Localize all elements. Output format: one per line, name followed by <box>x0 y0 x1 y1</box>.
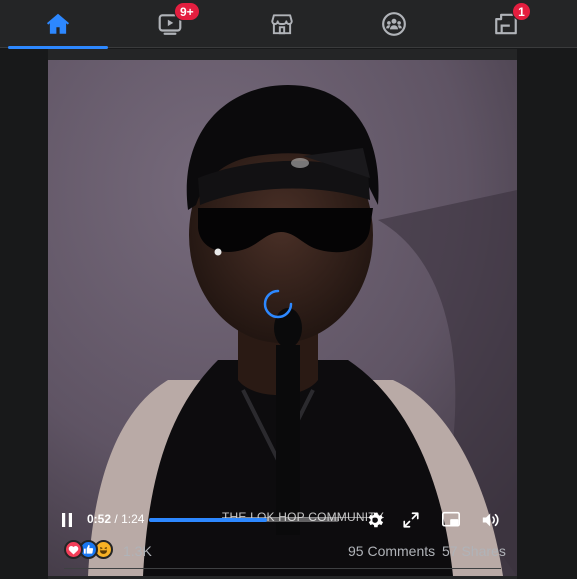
loading-spinner-icon <box>263 289 293 319</box>
footer-divider <box>64 568 501 569</box>
video-progress-bar[interactable] <box>149 518 339 522</box>
video-time-readout: 0:52 / 1:24 <box>87 512 144 526</box>
tab-groups[interactable] <box>344 0 444 48</box>
fullscreen-button[interactable] <box>400 509 422 531</box>
reactions-summary[interactable] <box>64 540 124 560</box>
tab-marketplace[interactable] <box>232 0 332 48</box>
duration: 1:24 <box>121 512 145 526</box>
settings-button[interactable] <box>364 509 386 531</box>
volume-button[interactable] <box>480 509 502 531</box>
post-engagement-bar: 1.3K 95 Comments 57 Shares <box>48 535 517 569</box>
video-player[interactable]: THE LOK HOP COMMUNITY 0:52 / 1:24 <box>48 60 517 576</box>
groups-icon <box>382 12 406 36</box>
video-post-card: THE LOK HOP COMMUNITY 0:52 / 1:24 1.3K 9… <box>48 49 517 579</box>
tab-watch[interactable]: 9+ <box>120 0 220 48</box>
store-icon <box>271 14 293 35</box>
speaker-icon <box>482 513 499 527</box>
tab-gaming[interactable]: 1 <box>456 0 556 48</box>
current-time: 0:52 <box>87 512 112 526</box>
video-progress-fill <box>149 518 267 522</box>
comments-count-link[interactable]: 95 Comments <box>348 543 435 559</box>
shares-count-link[interactable]: 57 Shares <box>442 543 506 559</box>
gaming-notification-badge: 1 <box>512 2 531 21</box>
love-reaction-icon <box>64 540 83 559</box>
home-icon <box>46 13 70 34</box>
picture-in-picture-icon <box>442 511 460 527</box>
top-navigation-bar: 9+ 1 <box>0 0 577 49</box>
gear-icon <box>368 512 384 528</box>
expand-icon <box>403 512 419 528</box>
picture-in-picture-button[interactable] <box>440 509 462 531</box>
pause-icon <box>62 513 72 527</box>
time-separator: / <box>114 512 118 526</box>
tab-home[interactable] <box>8 0 108 49</box>
reaction-count[interactable]: 1.3K <box>123 543 152 559</box>
watch-notification-badge: 9+ <box>174 2 200 21</box>
pause-button[interactable] <box>56 509 78 531</box>
